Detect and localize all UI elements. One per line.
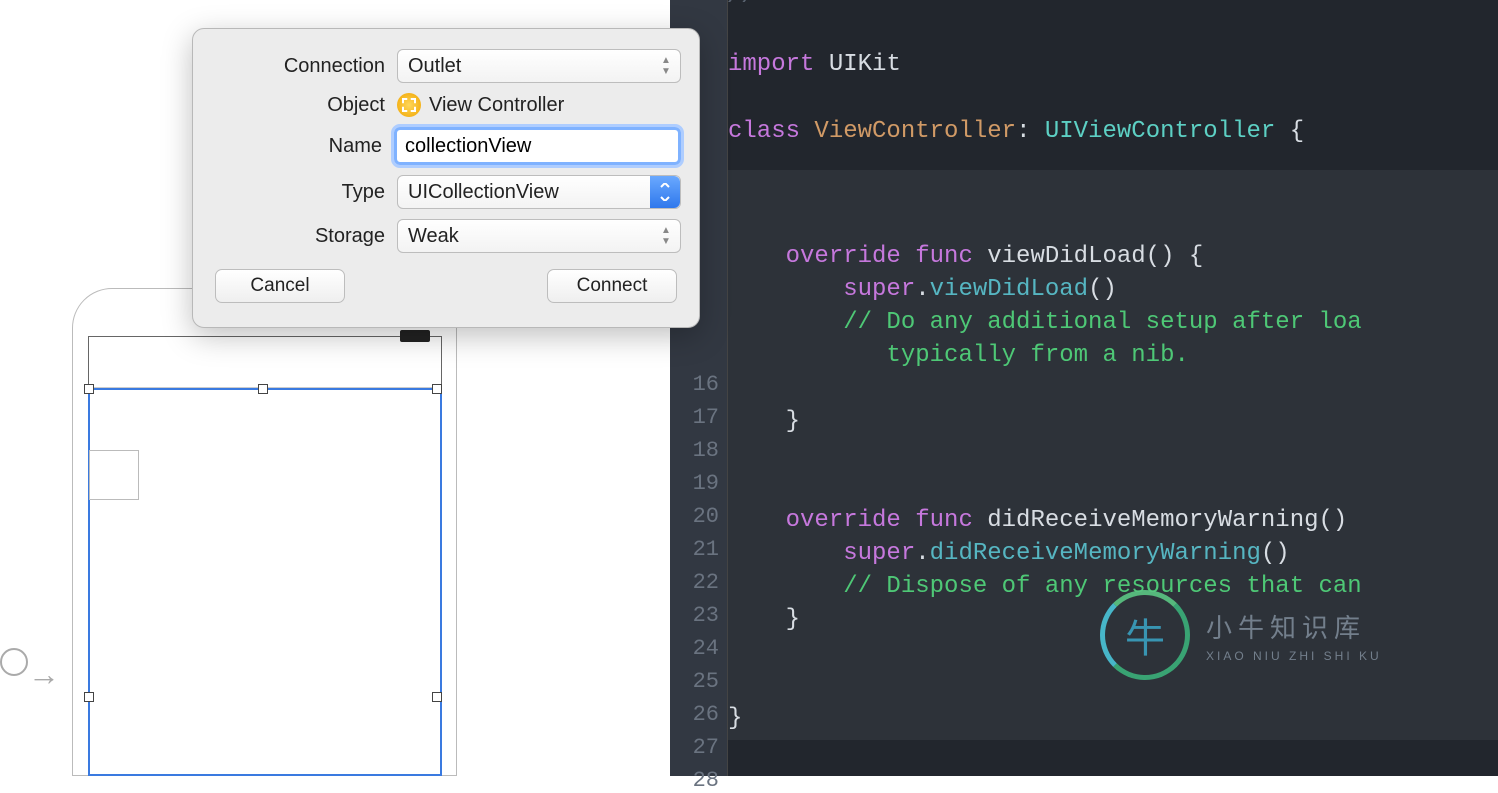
watermark-logo-icon: 牛	[1100, 590, 1190, 680]
line-number: 27	[679, 735, 719, 760]
selection-handle[interactable]	[258, 384, 268, 394]
name-input[interactable]	[394, 127, 681, 165]
line-number: 21	[679, 537, 719, 562]
line-number: 28	[679, 768, 719, 793]
line-number: 25	[679, 669, 719, 694]
stepper-icon: ▲▼	[658, 225, 674, 247]
type-combobox[interactable]: UICollectionView	[397, 175, 681, 209]
type-label: Type	[211, 181, 397, 204]
code-line[interactable]: super.didReceiveMemoryWarning()	[728, 537, 1498, 570]
uicollectionview-selection[interactable]	[88, 388, 442, 776]
code-line[interactable]: }	[728, 405, 1498, 438]
collectionview-cell[interactable]	[89, 450, 139, 500]
selection-handle[interactable]	[432, 384, 442, 394]
arrow-right-icon: →	[28, 656, 60, 693]
type-value: UICollectionView	[408, 181, 559, 204]
code-line[interactable]: override func didReceiveMemoryWarning()	[728, 504, 1498, 537]
watermark: 牛 小牛知识库 XIAO NIU ZHI SHI KU	[1100, 590, 1382, 680]
stepper-icon: ▲▼	[658, 55, 674, 77]
selection-handle[interactable]	[84, 692, 94, 702]
code-line[interactable]: typically from a nib.	[728, 339, 1498, 372]
code-line[interactable]: super.viewDidLoad()	[728, 273, 1498, 306]
line-number: 26	[679, 702, 719, 727]
line-number: 17	[679, 405, 719, 430]
line-number: 24	[679, 636, 719, 661]
connection-label: Connection	[211, 55, 397, 78]
status-bar-area	[88, 336, 442, 388]
code-line[interactable]: override func viewDidLoad() {	[728, 240, 1498, 273]
object-label: Object	[211, 94, 397, 117]
object-value: View Controller	[429, 94, 564, 117]
outlet-connection-popover: Connection Outlet ▲▼ Object View Control…	[192, 28, 700, 328]
segue-start-icon[interactable]	[0, 648, 28, 676]
connection-select[interactable]: Outlet ▲▼	[397, 49, 681, 83]
selection-handle[interactable]	[84, 384, 94, 394]
selection-handle[interactable]	[432, 692, 442, 702]
line-number: 22	[679, 570, 719, 595]
chevron-down-icon[interactable]	[650, 176, 680, 208]
connection-value: Outlet	[408, 55, 461, 78]
line-number: 19	[679, 471, 719, 496]
storage-value: Weak	[408, 225, 459, 248]
viewcontroller-icon	[397, 93, 421, 117]
watermark-subtitle: XIAO NIU ZHI SHI KU	[1206, 649, 1382, 663]
line-number: 18	[679, 438, 719, 463]
code-line[interactable]: // Do any additional setup after loa	[728, 306, 1498, 339]
cancel-button[interactable]: Cancel	[215, 269, 345, 303]
code-line[interactable]: import UIKit	[728, 48, 1498, 81]
storage-select[interactable]: Weak ▲▼	[397, 219, 681, 253]
device-notch	[400, 330, 430, 342]
code-line[interactable]: //	[728, 0, 1498, 13]
connect-button[interactable]: Connect	[547, 269, 677, 303]
line-number: 20	[679, 504, 719, 529]
code-line[interactable]: class ViewController: UIViewController {	[728, 115, 1498, 148]
watermark-title: 小牛知识库	[1206, 608, 1382, 645]
storage-label: Storage	[211, 225, 397, 248]
code-line[interactable]: }	[728, 702, 1498, 735]
line-number: 16	[679, 372, 719, 397]
name-label: Name	[211, 135, 394, 158]
line-number: 23	[679, 603, 719, 628]
